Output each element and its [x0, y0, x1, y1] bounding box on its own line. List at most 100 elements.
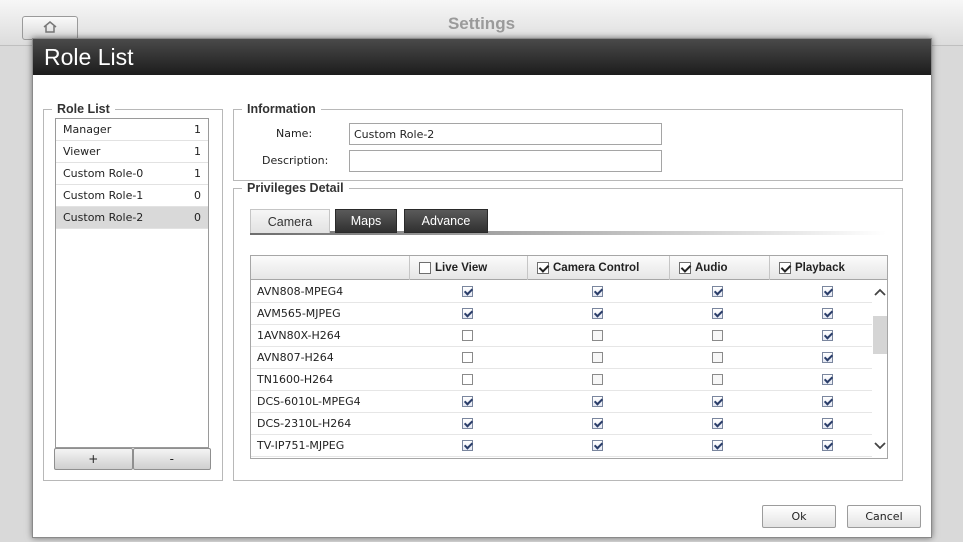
column-audio[interactable]: Audio: [669, 256, 769, 280]
camera-control-checkbox: [592, 330, 603, 341]
playback-checkbox[interactable]: [822, 440, 833, 451]
role-list-item[interactable]: Manager 1: [56, 119, 208, 141]
table-row: TN1600-H264: [251, 369, 873, 391]
camera-control-checkbox[interactable]: [592, 396, 603, 407]
description-label: Description:: [262, 154, 329, 167]
camera-name: AVN807-H264: [257, 351, 334, 364]
remove-role-button[interactable]: -: [132, 448, 211, 470]
role-name: Custom Role-1: [63, 189, 144, 202]
camera-control-all-checkbox[interactable]: [537, 262, 549, 274]
tab-maps[interactable]: Maps: [335, 209, 397, 233]
role-list-legend: Role List: [52, 102, 115, 116]
role-name: Viewer: [63, 145, 101, 158]
audio-checkbox[interactable]: [712, 286, 723, 297]
audio-checkbox[interactable]: [712, 396, 723, 407]
scroll-thumb[interactable]: [873, 316, 887, 354]
privileges-legend: Privileges Detail: [242, 181, 349, 195]
playback-checkbox[interactable]: [822, 352, 833, 363]
tab-advance[interactable]: Advance: [404, 209, 488, 233]
playback-checkbox[interactable]: [822, 374, 833, 385]
live-view-checkbox[interactable]: [462, 418, 473, 429]
live-view-checkbox[interactable]: [462, 374, 473, 385]
role-user-count: 1: [194, 145, 201, 158]
camera-control-checkbox[interactable]: [592, 440, 603, 451]
camera-name: DCS-6010L-MPEG4: [257, 395, 361, 408]
role-name: Custom Role-0: [63, 167, 144, 180]
camera-name: TN1600-H264: [257, 373, 334, 386]
role-list-item[interactable]: Custom Role-2 0: [56, 207, 208, 229]
role-user-count: 0: [194, 189, 201, 202]
dialog-title: Role List: [44, 44, 134, 70]
role-list-dialog: Role List Role List Manager 1 Viewer 1 Custo…: [32, 38, 932, 538]
live-view-checkbox[interactable]: [462, 308, 473, 319]
playback-checkbox[interactable]: [822, 330, 833, 341]
table-row: AVM565-MJPEG: [251, 303, 873, 325]
camera-name: AVM565-MJPEG: [257, 307, 341, 320]
live-view-checkbox[interactable]: [462, 352, 473, 363]
column-playback[interactable]: Playback: [769, 256, 887, 280]
camera-name: DCS-2310L-H264: [257, 417, 352, 430]
audio-checkbox: [712, 330, 723, 341]
live-view-checkbox[interactable]: [462, 440, 473, 451]
live-view-checkbox[interactable]: [462, 396, 473, 407]
role-list-item[interactable]: Custom Role-0 1: [56, 163, 208, 185]
name-field[interactable]: [349, 123, 662, 145]
name-label: Name:: [276, 127, 313, 140]
playback-checkbox[interactable]: [822, 308, 833, 319]
table-header: Live View Camera Control Audio Playback: [251, 256, 887, 280]
role-user-count: 1: [194, 123, 201, 136]
camera-name: 1AVN80X-H264: [257, 329, 341, 342]
audio-checkbox[interactable]: [712, 440, 723, 451]
camera-name: TV-IP751-MJPEG: [257, 439, 345, 452]
role-user-count: 0: [194, 211, 201, 224]
playback-checkbox[interactable]: [822, 396, 833, 407]
role-list-group: Role List Manager 1 Viewer 1 Custom Role-0 1 C…: [43, 102, 223, 481]
live-view-checkbox[interactable]: [462, 286, 473, 297]
role-name: Manager: [63, 123, 112, 136]
table-row: DCS-6010L-MPEG4: [251, 391, 873, 413]
table-row: DCS-2310L-H264: [251, 413, 873, 435]
column-live-view[interactable]: Live View: [409, 256, 527, 280]
audio-checkbox: [712, 374, 723, 385]
tab-camera[interactable]: Camera: [250, 209, 330, 233]
playback-checkbox[interactable]: [822, 418, 833, 429]
information-group: Information Name: Description:: [233, 102, 903, 181]
privileges-tabs: Camera Maps Advance: [250, 209, 886, 235]
camera-control-checkbox[interactable]: [592, 308, 603, 319]
table-row: TV-IP751-MJPEG: [251, 435, 873, 457]
audio-checkbox[interactable]: [712, 308, 723, 319]
add-role-button[interactable]: +: [54, 448, 133, 470]
role-list-item[interactable]: Custom Role-1 0: [56, 185, 208, 207]
camera-control-checkbox[interactable]: [592, 418, 603, 429]
cancel-button[interactable]: Cancel: [847, 505, 921, 528]
chevron-up-icon[interactable]: [873, 285, 887, 299]
camera-control-checkbox: [592, 374, 603, 385]
audio-all-checkbox[interactable]: [679, 262, 691, 274]
information-legend: Information: [242, 102, 321, 116]
live-view-all-checkbox[interactable]: [419, 262, 431, 274]
audio-checkbox[interactable]: [712, 418, 723, 429]
table-row: AVN807-H264: [251, 347, 873, 369]
settings-title: Settings: [447, 14, 516, 33]
table-body: AVN808-MPEG4 AVM565-MJPEG 1AVN80X-H264 AVN8…: [251, 281, 873, 458]
playback-checkbox[interactable]: [822, 286, 833, 297]
role-list-buttons: + -: [54, 448, 211, 470]
table-scrollbar[interactable]: [872, 281, 887, 458]
role-list-item[interactable]: Viewer 1: [56, 141, 208, 163]
camera-control-checkbox[interactable]: [592, 286, 603, 297]
privileges-group: Privileges Detail Camera Maps Advance Li…: [233, 181, 903, 481]
privileges-table: Live View Camera Control Audio Playback …: [250, 255, 888, 459]
description-field[interactable]: [349, 150, 662, 172]
chevron-down-icon[interactable]: [873, 439, 887, 453]
audio-checkbox: [712, 352, 723, 363]
column-camera-control[interactable]: Camera Control: [527, 256, 669, 280]
table-row: 1AVN80X-H264: [251, 325, 873, 347]
dialog-header: Role List: [33, 39, 931, 75]
role-user-count: 1: [194, 167, 201, 180]
playback-all-checkbox[interactable]: [779, 262, 791, 274]
table-row: AVN808-MPEG4: [251, 281, 873, 303]
live-view-checkbox[interactable]: [462, 330, 473, 341]
ok-button[interactable]: Ok: [762, 505, 836, 528]
role-list[interactable]: Manager 1 Viewer 1 Custom Role-0 1 Custom Role…: [55, 118, 209, 448]
camera-name: AVN808-MPEG4: [257, 285, 344, 298]
